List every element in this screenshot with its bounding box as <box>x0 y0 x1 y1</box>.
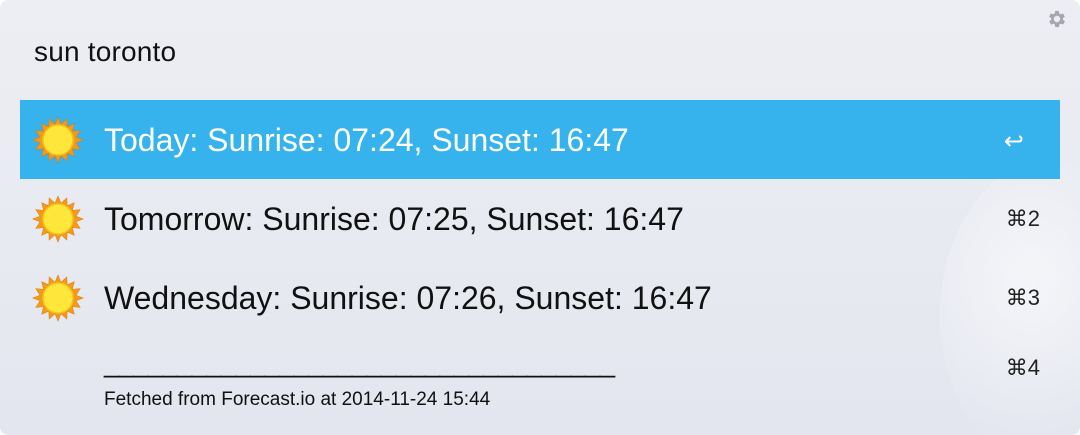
sun-icon <box>32 114 84 166</box>
result-title: Tomorrow: Sunrise: 07:25, Sunset: 16:47 <box>104 201 684 237</box>
result-item-wednesday[interactable]: Wednesday: Sunrise: 07:26, Sunset: 16:47… <box>20 258 1060 337</box>
result-item-source[interactable]: ___________________________________ Fetc… <box>20 337 1060 416</box>
result-title: Today: Sunrise: 07:24, Sunset: 16:47 <box>104 122 629 158</box>
search-query-input[interactable]: sun toronto <box>34 36 176 68</box>
sun-icon <box>32 272 84 324</box>
sun-icon <box>32 193 84 245</box>
shortcut-label: ⌘4 <box>1005 355 1040 380</box>
result-item-today[interactable]: Today: Sunrise: 07:24, Sunset: 16:47 ↩ <box>20 100 1060 179</box>
shortcut-label: ⌘3 <box>1005 285 1040 310</box>
results-list: Today: Sunrise: 07:24, Sunset: 16:47 ↩ T… <box>20 100 1060 416</box>
result-title: Wednesday: Sunrise: 07:26, Sunset: 16:47 <box>104 280 712 316</box>
launcher-window: sun toronto Today: Sunrise: 07:24, Sunse… <box>0 0 1080 435</box>
result-item-tomorrow[interactable]: Tomorrow: Sunrise: 07:25, Sunset: 16:47 … <box>20 179 1060 258</box>
shortcut-label: ⌘2 <box>1005 206 1040 231</box>
separator-line: ___________________________________ <box>104 347 615 378</box>
return-key-icon: ↩ <box>1003 128 1024 155</box>
source-subtitle: Fetched from Forecast.io at 2014-11-24 1… <box>104 389 491 410</box>
gear-icon[interactable] <box>1046 8 1068 30</box>
